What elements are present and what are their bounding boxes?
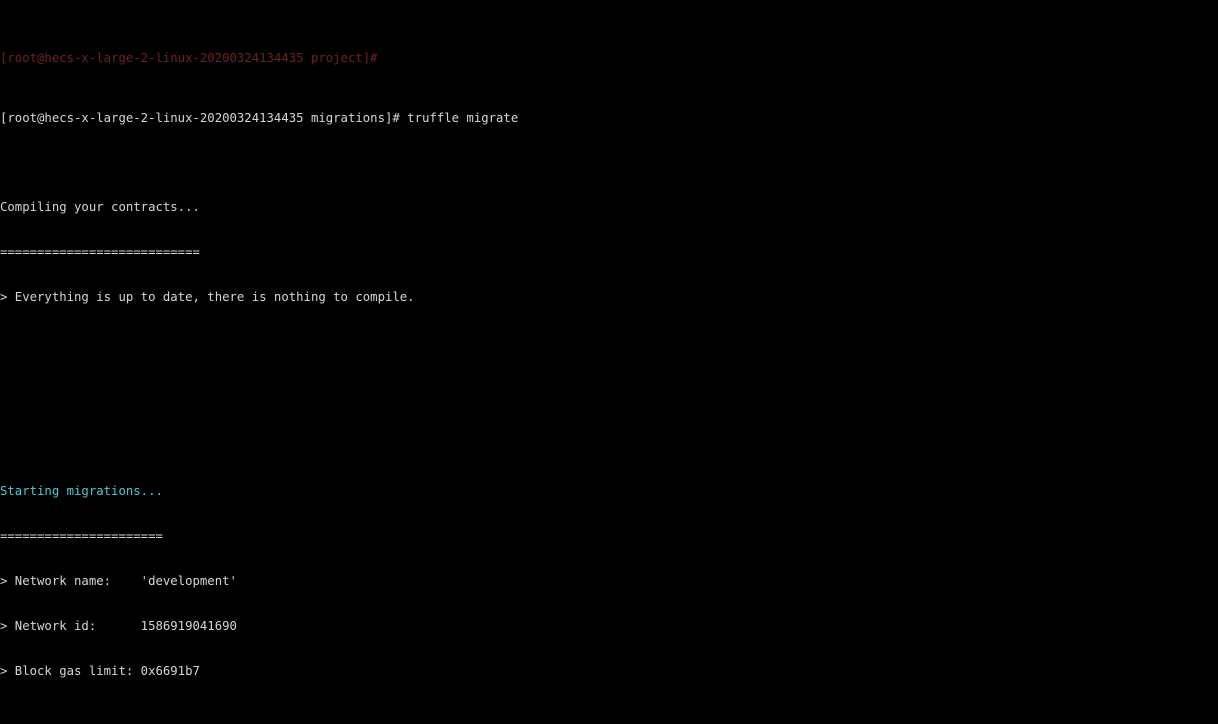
terminal-line-compiling-rule: =========================== [0,245,200,260]
terminal-line-starting-rule: ====================== [0,529,163,544]
terminal-window[interactable]: [root@hecs-x-large-2-linux-2020032413443… [0,0,1218,724]
terminal-line-starting-migrations: Starting migrations... [0,484,163,499]
terminal-line-network-id: > Network id: 1586919041690 [0,618,237,633]
terminal-line-up-to-date: > Everything is up to date, there is not… [0,289,415,304]
terminal-screen: [root@hecs-x-large-2-linux-2020032413443… [0,0,1218,724]
terminal-line-network-name: > Network name: 'development' [0,574,237,588]
terminal-line-clipped-top: [root@hecs-x-large-2-linux-2020032413443… [0,50,378,65]
terminal-line-compiling: Compiling your contracts... [0,200,200,215]
terminal-line-prompt-command: [root@hecs-x-large-2-linux-2020032413443… [0,110,519,125]
terminal-line-block-gas-limit: > Block gas limit: 0x6691b7 [0,663,200,678]
